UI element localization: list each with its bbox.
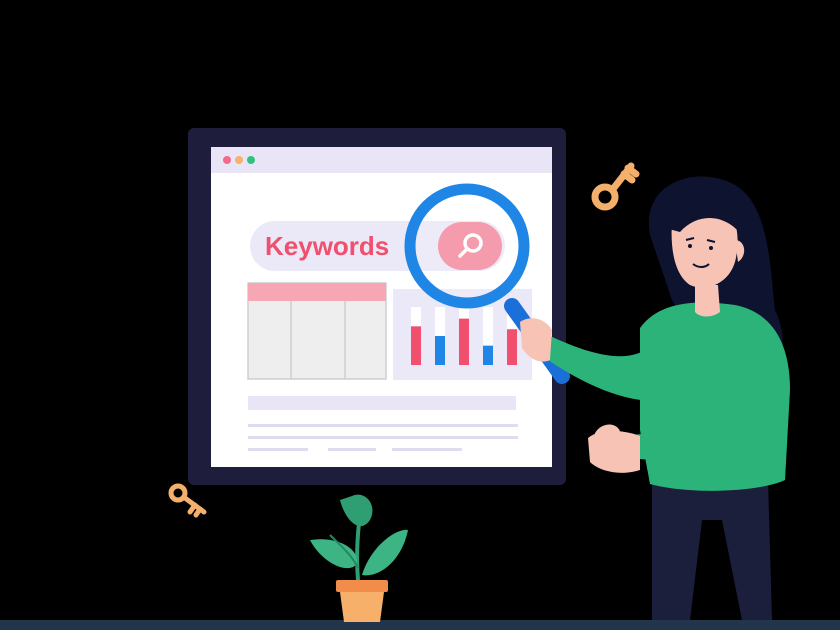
text-line <box>248 448 308 451</box>
window-dot-maximize <box>247 156 255 164</box>
plant-icon <box>310 494 408 622</box>
table-widget <box>247 282 387 380</box>
window-titlebar <box>211 147 552 173</box>
chart-bar <box>435 336 445 365</box>
chart-bar <box>411 326 421 365</box>
text-line <box>248 424 518 427</box>
key-icon <box>591 162 640 211</box>
chart-bar <box>507 329 517 365</box>
key-icon <box>168 483 207 518</box>
seo-keyword-illustration: Keywords <box>0 128 840 630</box>
text-line <box>248 436 518 439</box>
window-dot-minimize <box>235 156 243 164</box>
text-line <box>328 448 376 451</box>
floor-line <box>0 620 840 630</box>
chart-bar <box>483 345 493 365</box>
illustration-stage: Keywords <box>0 0 840 630</box>
search-pill-text: Keywords <box>265 231 389 261</box>
text-line-heading <box>248 396 516 410</box>
text-line <box>392 448 462 451</box>
pants <box>652 480 772 620</box>
chart-bar <box>459 318 469 365</box>
window-dot-close <box>223 156 231 164</box>
pointing-arm <box>548 335 680 401</box>
